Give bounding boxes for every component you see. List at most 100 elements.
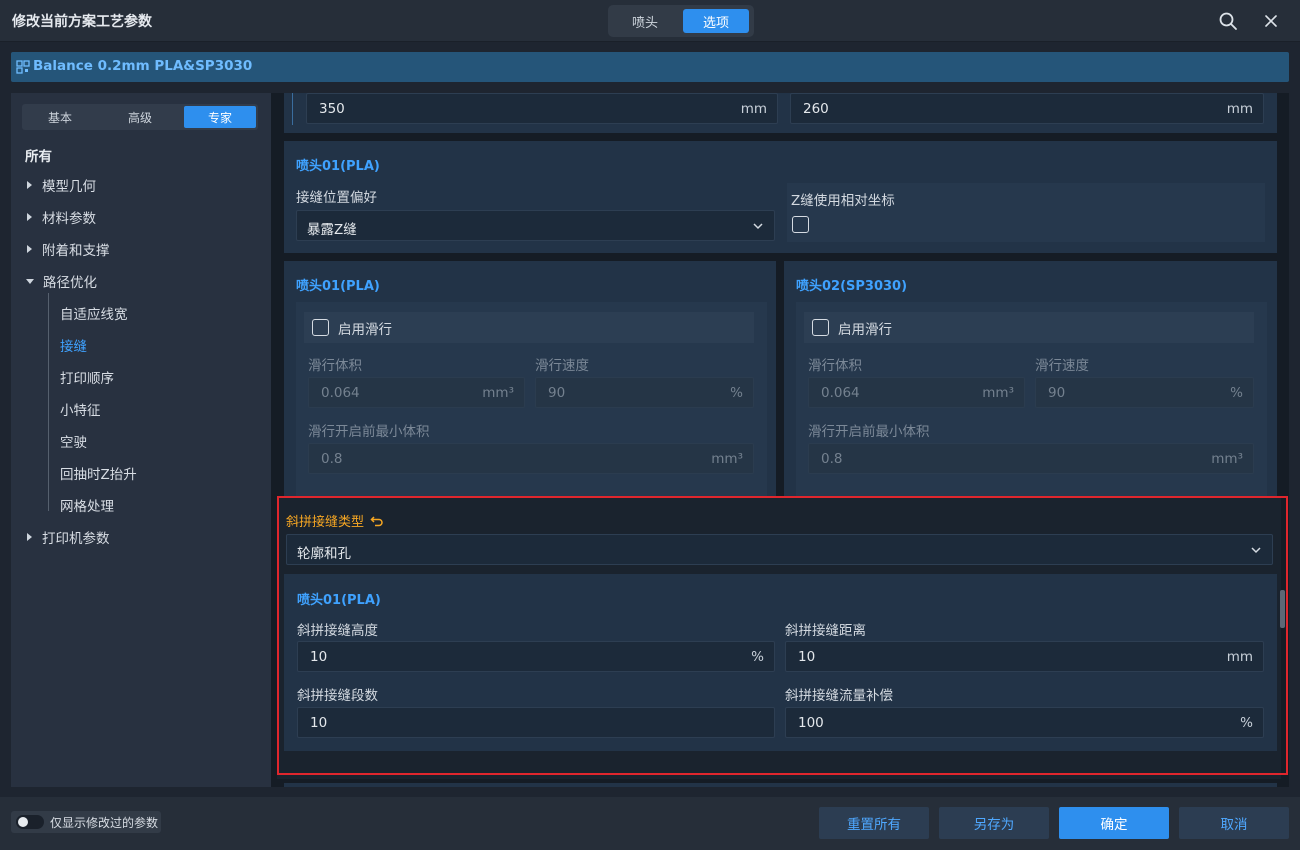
scarf-type-dropdown[interactable]: 轮廓和孔 (286, 534, 1273, 565)
enable-wipe-checkbox[interactable] (812, 319, 829, 336)
tree-all-label[interactable]: 所有 (25, 145, 52, 165)
tree-item-mesh[interactable]: 网格处理 (60, 495, 114, 515)
tree-category-label: 路径优化 (43, 275, 97, 291)
seam-position-dropdown[interactable]: 暴露Z缝 (296, 210, 775, 241)
tree-item-adaptive-width[interactable]: 自适应线宽 (60, 303, 128, 323)
size-y-field[interactable]: 260 mm (790, 93, 1264, 124)
tree-category-label: 打印机参数 (42, 531, 110, 547)
modified-only-toggle-wrap: 仅显示修改过的参数 (11, 811, 161, 833)
confirm-button[interactable]: 确定 (1059, 807, 1169, 839)
scarf-flow-value: 100 (798, 715, 824, 731)
footer-bar: 仅显示修改过的参数 重置所有 另存为 确定 取消 (0, 797, 1300, 850)
wipe-speed-field[interactable]: 90 % (1035, 377, 1254, 408)
reset-all-button[interactable]: 重置所有 (819, 807, 929, 839)
wipe-min-volume-field[interactable]: 0.8 mm³ (808, 443, 1254, 474)
enable-wipe-label: 启用滑行 (838, 322, 892, 338)
wipe-speed-field[interactable]: 90 % (535, 377, 754, 408)
tree-category-adhesion-support[interactable]: 附着和支撑 (24, 239, 110, 259)
top-tab-segment: 喷头 选项 (608, 5, 754, 37)
enable-wipe-checkbox[interactable] (312, 319, 329, 336)
scarf-height-label: 斜拼接缝高度 (297, 623, 378, 639)
tree-category-model-geometry[interactable]: 模型几何 (24, 175, 96, 195)
wipe-speed-label: 滑行速度 (535, 358, 589, 374)
wipe-min-volume-unit: mm³ (711, 451, 743, 467)
z-relative-checkbox[interactable] (792, 216, 809, 233)
tree-category-label: 材料参数 (42, 211, 96, 227)
wipe-min-volume-field[interactable]: 0.8 mm³ (308, 443, 754, 474)
scarf-flow-field[interactable]: 100 % (785, 707, 1264, 738)
wipe-volume-unit: mm³ (482, 385, 514, 401)
cancel-button[interactable]: 取消 (1179, 807, 1289, 839)
close-icon[interactable] (1259, 9, 1283, 33)
content-scrollbar[interactable] (1280, 590, 1285, 628)
scarf-distance-label: 斜拼接缝距离 (785, 623, 866, 639)
next-panel-stub (284, 783, 1277, 787)
settings-content: 350 mm 260 mm 喷头01(PLA) 接缝位置偏好 暴露Z缝 Z缝使用… (271, 93, 1289, 787)
seam-panel: 喷头01(PLA) 接缝位置偏好 暴露Z缝 Z缝使用相对坐标 (284, 141, 1277, 253)
wipe-min-volume-label: 滑行开启前最小体积 (808, 424, 930, 440)
modified-only-label: 仅显示修改过的参数 (50, 816, 159, 830)
modified-only-toggle[interactable] (16, 815, 44, 829)
enable-wipe-row: 启用滑行 (304, 312, 754, 343)
tree-category-path-optimization[interactable]: 路径优化 (24, 271, 97, 291)
title-bar: 修改当前方案工艺参数 喷头 选项 (0, 0, 1300, 42)
scarf-type-value: 轮廓和孔 (297, 546, 351, 562)
chevron-down-icon (1251, 547, 1261, 554)
preset-name: Balance 0.2mm PLA&SP3030 (33, 58, 253, 74)
tree-item-small-features[interactable]: 小特征 (60, 399, 101, 419)
tree-item-travel[interactable]: 空驶 (60, 431, 87, 451)
z-relative-group: Z缝使用相对坐标 (787, 183, 1265, 242)
chevron-down-icon (753, 223, 763, 230)
panel-accent-line (292, 93, 293, 125)
tab-options[interactable]: 选项 (683, 9, 749, 33)
level-basic-button[interactable]: 基本 (24, 106, 96, 128)
scarf-height-field[interactable]: 10 % (297, 641, 775, 672)
wipe-volume-label: 滑行体积 (308, 358, 362, 374)
tab-nozzle[interactable]: 喷头 (612, 9, 678, 33)
scarf-distance-unit: mm (1226, 649, 1253, 665)
size-y-value: 260 (803, 101, 829, 117)
wipe-group: 启用滑行 滑行体积 0.064 mm³ 滑行速度 90 % 滑行开启前最小体积 … (796, 302, 1267, 502)
seam-panel-title: 喷头01(PLA) (296, 159, 380, 174)
toggle-knob (18, 817, 28, 827)
wipe-panel-nozzle-1: 喷头01(PLA) 启用滑行 滑行体积 0.064 mm³ 滑行速度 90 % … (284, 261, 776, 502)
wipe-group: 启用滑行 滑行体积 0.064 mm³ 滑行速度 90 % 滑行开启前最小体积 … (296, 302, 767, 502)
caret-right-icon (27, 245, 32, 253)
tree-category-label: 模型几何 (42, 179, 96, 195)
scarf-flow-label: 斜拼接缝流量补偿 (785, 688, 893, 704)
tree-category-printer[interactable]: 打印机参数 (24, 527, 110, 547)
tree-guide-line (48, 293, 49, 511)
level-expert-button[interactable]: 专家 (184, 106, 256, 128)
level-advanced-button[interactable]: 高级 (104, 106, 176, 128)
size-panel: 350 mm 260 mm (284, 93, 1277, 133)
tree-item-print-order[interactable]: 打印顺序 (60, 367, 114, 387)
scarf-seam-section: 斜拼接缝类型 轮廓和孔 喷头01(PLA) 斜拼接缝高度 10 % 斜拼接缝距离… (277, 497, 1281, 779)
save-as-button[interactable]: 另存为 (939, 807, 1049, 839)
scarf-height-value: 10 (310, 649, 328, 665)
size-x-value: 350 (319, 101, 345, 117)
caret-right-icon (27, 213, 32, 221)
window-title: 修改当前方案工艺参数 (12, 14, 152, 30)
wipe-volume-field[interactable]: 0.064 mm³ (808, 377, 1025, 408)
wipe-volume-field[interactable]: 0.064 mm³ (308, 377, 525, 408)
search-icon[interactable] (1216, 9, 1240, 33)
seam-position-label: 接缝位置偏好 (296, 190, 377, 206)
wipe-volume-label: 滑行体积 (808, 358, 862, 374)
scarf-type-label: 斜拼接缝类型 (286, 515, 365, 530)
size-x-field[interactable]: 350 mm (306, 93, 778, 124)
scarf-steps-field[interactable]: 10 (297, 707, 775, 738)
scarf-distance-value: 10 (798, 649, 816, 665)
caret-right-icon (27, 181, 32, 189)
reset-arrow-icon[interactable] (370, 514, 384, 528)
tree-item-seam[interactable]: 接缝 (60, 335, 87, 355)
tree-item-retract-z-hop[interactable]: 回抽时Z抬升 (60, 463, 137, 483)
wipe-min-volume-value: 0.8 (321, 451, 343, 467)
wipe-panel-nozzle-2: 喷头02(SP3030) 启用滑行 滑行体积 0.064 mm³ 滑行速度 90… (784, 261, 1277, 502)
wipe-min-volume-value: 0.8 (821, 451, 843, 467)
enable-wipe-label: 启用滑行 (338, 322, 392, 338)
scarf-type-label-row: 斜拼接缝类型 (286, 511, 384, 530)
tree-category-material[interactable]: 材料参数 (24, 207, 96, 227)
wipe-speed-unit: % (730, 385, 743, 401)
scarf-distance-field[interactable]: 10 mm (785, 641, 1264, 672)
wipe-volume-value: 0.064 (321, 385, 360, 401)
